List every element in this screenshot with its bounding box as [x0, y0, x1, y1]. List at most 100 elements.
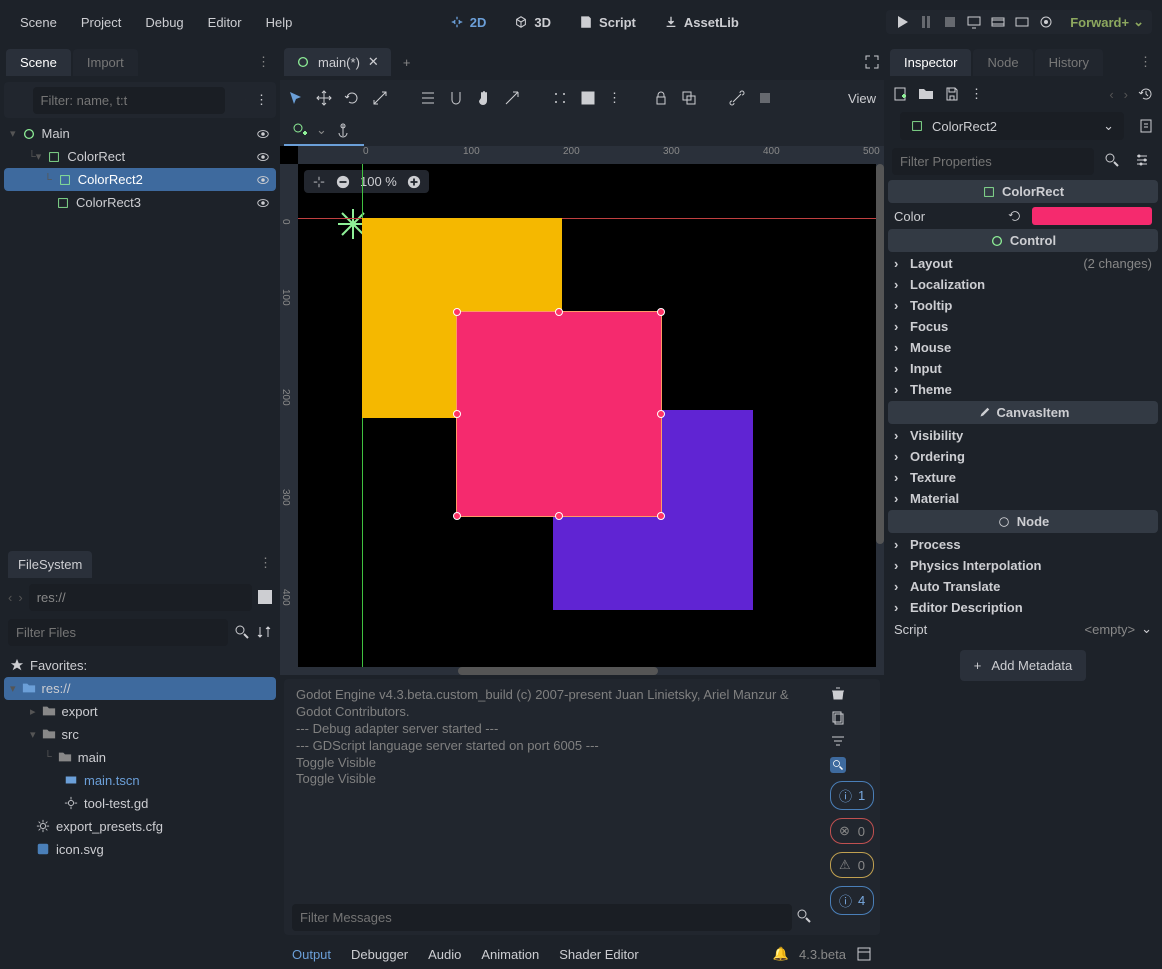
ruler-tool-icon[interactable] — [504, 90, 520, 106]
close-tab-icon[interactable]: ✕ — [368, 54, 379, 70]
tab-history[interactable]: History — [1035, 49, 1103, 76]
sort-icon[interactable] — [256, 624, 272, 640]
fs-path-input[interactable] — [29, 584, 252, 611]
anchor-icon[interactable] — [335, 122, 351, 138]
nav-fwd-icon[interactable]: › — [18, 590, 22, 605]
history-fwd-icon[interactable]: › — [1124, 87, 1128, 102]
tab-scene[interactable]: Scene — [6, 49, 71, 76]
filter-messages-input[interactable] — [292, 904, 792, 931]
fs-res-root[interactable]: ▾ res:// — [4, 677, 276, 700]
visibility-icon[interactable] — [256, 196, 270, 210]
tab-output[interactable]: Output — [292, 947, 331, 962]
visibility-icon[interactable] — [256, 150, 270, 164]
mode-script-button[interactable]: Script — [569, 11, 646, 34]
visibility-icon[interactable] — [256, 173, 270, 187]
zoom-center-icon[interactable] — [312, 175, 326, 189]
movie-icon[interactable] — [990, 14, 1006, 30]
tab-inspector[interactable]: Inspector — [890, 49, 971, 76]
section-colorrect[interactable]: ColorRect — [888, 180, 1158, 203]
zoom-out-icon[interactable] — [336, 175, 350, 189]
color-swatch[interactable] — [1032, 207, 1152, 225]
fullscreen-icon[interactable] — [864, 54, 880, 70]
fs-filter-input[interactable] — [8, 619, 228, 646]
add-metadata-button[interactable]: + Add Metadata — [960, 650, 1087, 681]
scrollbar-v[interactable] — [876, 164, 884, 675]
history-back-icon[interactable]: ‹ — [1109, 87, 1113, 102]
pause-icon[interactable] — [918, 14, 934, 30]
fs-main-folder[interactable]: └ main — [4, 746, 276, 769]
scene-filter-input[interactable] — [33, 87, 225, 114]
mode-3d-button[interactable]: 3D — [504, 11, 561, 34]
skeleton-icon[interactable] — [757, 90, 773, 106]
menu-debug[interactable]: Debug — [135, 11, 193, 34]
more-icon[interactable]: ⋮ — [970, 86, 983, 102]
bone-icon[interactable] — [729, 90, 745, 106]
fs-export-presets[interactable]: export_presets.cfg — [4, 815, 276, 838]
tree-node-main[interactable]: ▾ Main — [4, 122, 276, 145]
grid-icon[interactable] — [580, 90, 596, 106]
prop-mouse[interactable]: ›Mouse — [884, 337, 1162, 358]
load-resource-icon[interactable] — [918, 86, 934, 102]
scene-tab-main[interactable]: main(*) ✕ — [284, 48, 391, 76]
node-name-field[interactable]: ColorRect2 ⌄ — [900, 112, 1124, 140]
render-icon[interactable] — [1038, 14, 1054, 30]
more-icon[interactable]: ⋮ — [255, 92, 268, 108]
info-count-badge[interactable]: ⓘ1 — [830, 781, 874, 810]
prop-layout[interactable]: ›Layout(2 changes) — [884, 253, 1162, 274]
fs-export[interactable]: ▸ export — [4, 700, 276, 723]
prop-color[interactable]: Color — [884, 204, 1162, 228]
bell-icon[interactable]: 🔔 — [773, 946, 789, 962]
menu-scene[interactable]: Scene — [10, 11, 67, 34]
clear-output-icon[interactable] — [830, 685, 846, 701]
prop-editordesc[interactable]: ›Editor Description — [884, 597, 1162, 618]
section-canvasitem[interactable]: CanvasItem — [888, 401, 1158, 424]
docs-icon[interactable] — [1138, 118, 1154, 134]
prop-process[interactable]: ›Process — [884, 534, 1162, 555]
section-node[interactable]: Node — [888, 510, 1158, 533]
mode-2d-button[interactable]: 2D — [440, 11, 497, 34]
copy-output-icon[interactable] — [830, 709, 846, 725]
tab-import[interactable]: Import — [73, 49, 138, 76]
new-resource-icon[interactable] — [892, 86, 908, 102]
history-icon[interactable] — [1138, 86, 1154, 102]
zoom-in-icon[interactable] — [407, 175, 421, 189]
lock-icon[interactable] — [653, 90, 669, 106]
warn-count-badge[interactable]: ⚠0 — [830, 852, 874, 878]
tree-node-colorrect3[interactable]: ColorRect3 — [4, 191, 276, 214]
tree-node-colorrect2[interactable]: └ ColorRect2 — [4, 168, 276, 191]
snap-grid-icon[interactable] — [552, 90, 568, 106]
visibility-icon[interactable] — [256, 127, 270, 141]
add-tab-icon[interactable]: + — [391, 55, 423, 70]
prop-texture[interactable]: ›Texture — [884, 467, 1162, 488]
fs-options-icon[interactable]: ⋮ — [255, 551, 276, 575]
renderer-dropdown[interactable]: Forward+ ⌄ — [1070, 14, 1144, 30]
menu-editor[interactable]: Editor — [198, 11, 252, 34]
tree-node-colorrect[interactable]: └▾ ColorRect — [4, 145, 276, 168]
prop-autotranslate[interactable]: ›Auto Translate — [884, 576, 1162, 597]
tab-node[interactable]: Node — [973, 49, 1032, 76]
search-icon[interactable] — [796, 908, 812, 924]
prop-tooltip[interactable]: ›Tooltip — [884, 295, 1162, 316]
canvas-rect-2-selected[interactable] — [457, 312, 661, 516]
fs-icon-svg[interactable]: icon.svg — [4, 838, 276, 861]
nav-back-icon[interactable]: ‹ — [8, 590, 12, 605]
revert-icon[interactable] — [1008, 209, 1022, 223]
play-scene-icon[interactable] — [1014, 14, 1030, 30]
fs-tool-test[interactable]: tool-test.gd — [4, 792, 276, 815]
inspector-options-icon[interactable]: ⋮ — [1135, 50, 1156, 74]
anchor-add-icon[interactable] — [292, 122, 308, 138]
prop-visibility[interactable]: ›Visibility — [884, 425, 1162, 446]
play-icon[interactable] — [894, 14, 910, 30]
stop-icon[interactable] — [942, 14, 958, 30]
zoom-level[interactable]: 100 % — [360, 174, 397, 189]
rotate-tool-icon[interactable] — [344, 90, 360, 106]
prop-script[interactable]: Script <empty> ⌄ — [884, 618, 1162, 640]
mode-assetlib-button[interactable]: AssetLib — [654, 11, 749, 34]
tab-audio[interactable]: Audio — [428, 947, 461, 962]
fs-favorites[interactable]: Favorites: — [4, 654, 276, 677]
group-icon[interactable] — [681, 90, 697, 106]
menu-project[interactable]: Project — [71, 11, 131, 34]
tab-animation[interactable]: Animation — [481, 947, 539, 962]
filter-properties-input[interactable] — [892, 148, 1094, 175]
prop-input[interactable]: ›Input — [884, 358, 1162, 379]
